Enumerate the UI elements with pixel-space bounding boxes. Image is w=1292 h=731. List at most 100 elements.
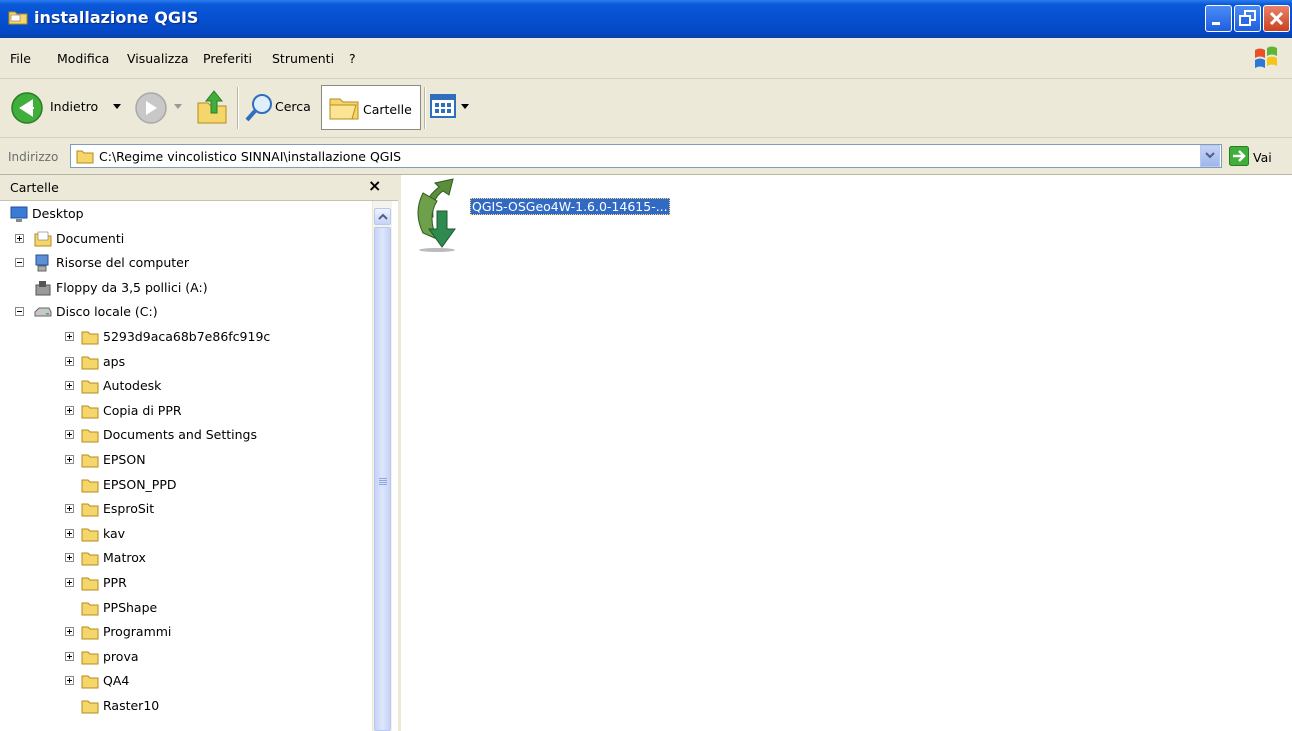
folder-icon bbox=[81, 479, 99, 493]
forward-button[interactable] bbox=[134, 87, 184, 127]
close-pane-icon[interactable]: × bbox=[368, 176, 381, 195]
tree-item[interactable]: EPSON bbox=[0, 449, 372, 473]
tree-item[interactable]: Desktop bbox=[0, 203, 372, 227]
close-window-button[interactable] bbox=[1263, 5, 1290, 32]
tree-item[interactable]: aps bbox=[0, 351, 372, 375]
scroll-up-button[interactable] bbox=[374, 208, 391, 225]
collapse-icon[interactable] bbox=[15, 307, 24, 317]
tree-item[interactable]: prova bbox=[0, 646, 372, 670]
menu-modifica[interactable]: Modifica bbox=[57, 51, 109, 66]
address-dropdown-button[interactable] bbox=[1200, 145, 1220, 167]
scroll-thumb[interactable] bbox=[374, 227, 391, 731]
tree-item[interactable]: Programmi bbox=[0, 621, 372, 645]
tree-item-label: Floppy da 3,5 pollici (A:) bbox=[56, 279, 208, 295]
menu-preferiti[interactable]: Preferiti bbox=[203, 51, 252, 66]
tree-item[interactable]: 5293d9aca68b7e86fc919c bbox=[0, 326, 372, 350]
address-path: C:\Regime vincolistico SINNAI\installazi… bbox=[99, 149, 402, 164]
folder-icon bbox=[81, 577, 99, 591]
tree-item-icon bbox=[34, 303, 52, 324]
tree-item-icon bbox=[81, 525, 99, 546]
tree-item[interactable]: Matrox bbox=[0, 547, 372, 571]
tree-item-label: PPR bbox=[103, 575, 127, 590]
tree-item-icon bbox=[81, 599, 99, 620]
menu-strumenti[interactable]: Strumenti bbox=[272, 51, 334, 66]
expand-icon[interactable] bbox=[65, 405, 74, 415]
folder-icon bbox=[81, 454, 99, 468]
expand-icon[interactable] bbox=[65, 381, 74, 391]
tree-item[interactable]: Autodesk bbox=[0, 375, 372, 399]
folders-button[interactable]: Cartelle bbox=[321, 85, 421, 130]
tree-item-label: Autodesk bbox=[103, 378, 162, 394]
tree-item[interactable]: PPR bbox=[0, 572, 372, 596]
go-label[interactable]: Vai bbox=[1253, 150, 1272, 165]
folder-icon bbox=[81, 405, 99, 419]
forward-arrow-icon bbox=[135, 92, 167, 124]
toolbar-separator bbox=[237, 87, 239, 129]
go-arrow-icon[interactable] bbox=[1229, 146, 1249, 166]
expand-icon[interactable] bbox=[65, 578, 74, 587]
expand-icon[interactable] bbox=[65, 676, 74, 686]
tree-scrollbar[interactable] bbox=[372, 201, 392, 731]
search-button[interactable]: Cerca bbox=[244, 87, 316, 127]
folder-icon bbox=[81, 503, 99, 517]
minimize-button[interactable] bbox=[1205, 5, 1232, 32]
menu-visualizza[interactable]: Visualizza bbox=[127, 51, 189, 66]
tree-item-label: PPShape bbox=[103, 599, 158, 615]
expand-icon[interactable] bbox=[65, 455, 74, 464]
tree-item-label: Desktop bbox=[32, 206, 84, 221]
tree-item[interactable]: Documenti bbox=[0, 228, 372, 252]
back-label: Indietro bbox=[50, 99, 99, 114]
expand-icon[interactable] bbox=[15, 233, 24, 243]
tree-item-label: Programmi bbox=[103, 624, 172, 640]
folder-icon bbox=[81, 700, 99, 714]
expand-icon[interactable] bbox=[65, 332, 74, 341]
tree-item[interactable]: kav bbox=[0, 523, 372, 547]
tree-item[interactable]: PPShape bbox=[0, 597, 372, 621]
folder-tree: Desktop Documenti Risorse del computer Flop… bbox=[0, 201, 372, 731]
tree-item[interactable]: Disco locale (C:) bbox=[0, 301, 372, 325]
tree-item[interactable]: Raster10 bbox=[0, 695, 372, 719]
tree-item[interactable]: Copia di PPR bbox=[0, 400, 372, 424]
collapse-icon[interactable] bbox=[15, 258, 24, 268]
folder-icon bbox=[81, 380, 99, 394]
tree-item[interactable]: EPSON_PPD bbox=[0, 474, 372, 498]
documents-icon bbox=[34, 231, 52, 247]
tree-item[interactable]: QA4 bbox=[0, 670, 372, 694]
tree-item-icon bbox=[81, 549, 99, 570]
drive-icon bbox=[34, 307, 52, 317]
tree-item[interactable]: Documents and Settings bbox=[0, 424, 372, 448]
tree-item[interactable]: EsproSit bbox=[0, 498, 372, 522]
menu-help[interactable]: ? bbox=[349, 51, 356, 66]
menu-file[interactable]: File bbox=[10, 51, 31, 66]
expand-icon[interactable] bbox=[65, 651, 74, 661]
tree-item-icon bbox=[81, 476, 99, 497]
tree-item-label: Raster10 bbox=[103, 698, 160, 713]
expand-icon[interactable] bbox=[65, 504, 74, 514]
up-folder-button[interactable] bbox=[196, 87, 230, 127]
file-list-pane: QGIS-OSGeo4W-1.6.0-14615-... bbox=[401, 175, 1292, 731]
tree-item-icon bbox=[81, 623, 99, 644]
menu-bar: File Modifica Visualizza Preferiti Strum… bbox=[0, 38, 1292, 79]
folder-icon bbox=[81, 356, 99, 370]
restore-button[interactable] bbox=[1234, 5, 1261, 32]
tree-item-label: Matrox bbox=[103, 550, 146, 566]
folders-label: Cartelle bbox=[363, 102, 412, 117]
address-input[interactable]: C:\Regime vincolistico SINNAI\installazi… bbox=[70, 144, 1222, 168]
views-grid-icon bbox=[430, 94, 456, 118]
tree-item[interactable]: Risorse del computer bbox=[0, 252, 372, 276]
tree-item[interactable]: Floppy da 3,5 pollici (A:) bbox=[0, 277, 372, 301]
folder-icon bbox=[81, 331, 99, 345]
views-button[interactable] bbox=[429, 93, 471, 123]
expand-icon[interactable] bbox=[65, 627, 74, 637]
restore-icon bbox=[1239, 10, 1256, 26]
folder-icon bbox=[76, 150, 94, 164]
expand-icon[interactable] bbox=[65, 553, 74, 563]
folder-icon bbox=[8, 11, 28, 25]
tree-item-icon bbox=[34, 254, 52, 275]
tree-item-icon bbox=[81, 648, 99, 669]
expand-icon[interactable] bbox=[65, 356, 74, 366]
back-button[interactable]: Indietro bbox=[10, 87, 130, 127]
expand-icon[interactable] bbox=[65, 430, 74, 440]
tree-item-label: EPSON bbox=[103, 452, 146, 467]
expand-icon[interactable] bbox=[65, 528, 74, 538]
